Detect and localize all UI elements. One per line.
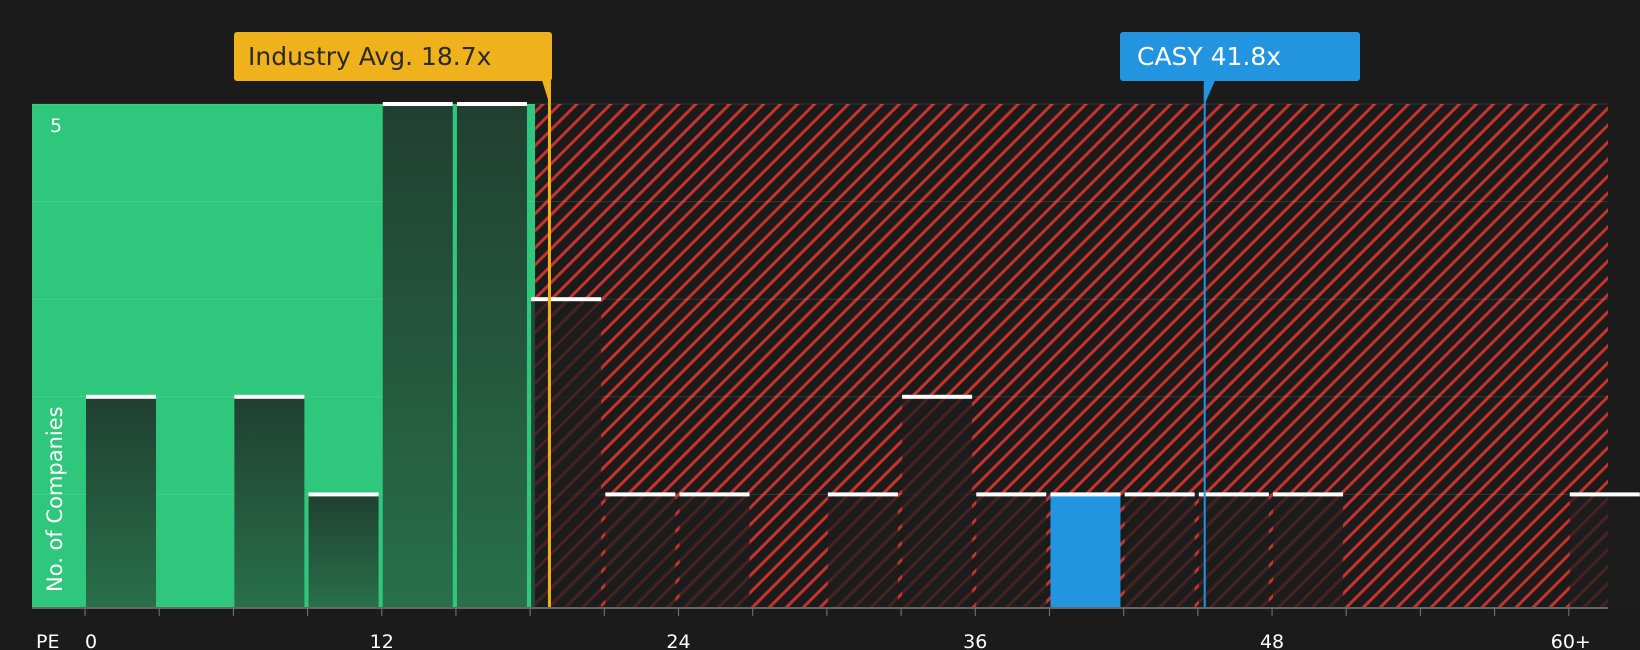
pe-distribution-chart: 0 12 24 36 48 60+ PE 5 No. of Companies: [32, 60, 1640, 650]
bar-cap: [308, 492, 379, 497]
bar-cap: [382, 102, 453, 106]
x-axis-label: PE: [36, 631, 59, 650]
histogram-bar: [827, 494, 898, 608]
x-tick-label: 36: [963, 631, 987, 650]
y-axis-label: No. of Companies: [43, 406, 67, 592]
x-tick-label: 0: [85, 631, 97, 650]
y-tick-label: 5: [50, 115, 62, 137]
x-tick-label: 48: [1260, 631, 1284, 650]
bar-cap: [1198, 492, 1269, 497]
histogram-bar: [976, 494, 1047, 608]
bar-cap: [902, 394, 973, 399]
histogram-bar: [1198, 494, 1269, 608]
x-tick-label: 24: [666, 631, 690, 650]
histogram-bar: [456, 104, 527, 608]
bar-cap: [531, 297, 602, 302]
bar-cap: [1273, 492, 1344, 497]
x-tick-label: 12: [370, 631, 394, 650]
bar-cap: [827, 492, 898, 497]
bar-cap: [1569, 492, 1640, 497]
industry-average-callout: Industry Avg. 18.7x: [234, 32, 552, 81]
histogram-bar: [902, 396, 973, 608]
x-tick-label: 60+: [1551, 631, 1591, 650]
histogram-bar: [86, 396, 156, 608]
bar-cap: [234, 394, 305, 399]
histogram-bar: [234, 396, 305, 608]
histogram-bar: [382, 104, 453, 608]
bar-cap: [1050, 492, 1121, 497]
histogram-bar: [605, 494, 676, 608]
company-pe-callout: CASY 41.8x: [1120, 32, 1360, 81]
histogram-bar: [1050, 494, 1121, 608]
histogram-bar: [308, 494, 379, 608]
bar-cap: [456, 102, 527, 106]
histogram-bar: [1273, 494, 1344, 608]
bar-cap: [86, 394, 156, 399]
histogram-bar: [1569, 494, 1640, 608]
bar-cap: [605, 492, 676, 497]
bar-cap: [1124, 492, 1195, 497]
histogram-bar: [1124, 494, 1195, 608]
histogram-bar: [679, 494, 750, 608]
histogram-bar: [531, 299, 602, 608]
bar-cap: [976, 492, 1047, 497]
bar-cap: [679, 492, 750, 497]
